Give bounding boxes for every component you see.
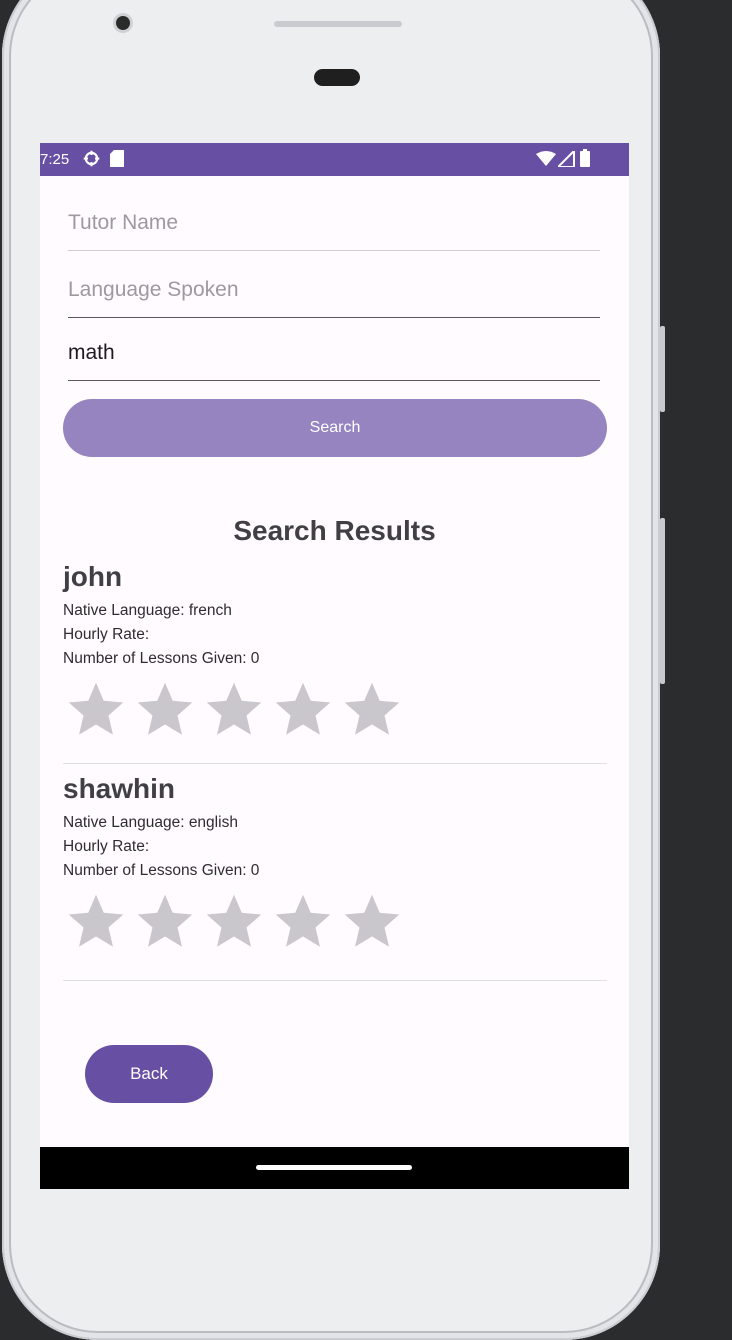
star-icon[interactable] — [134, 891, 196, 951]
front-camera — [116, 16, 130, 30]
battery-icon — [580, 149, 590, 172]
result-item[interactable]: john Native Language: french Hourly Rate… — [63, 561, 607, 741]
volume-button[interactable] — [660, 518, 665, 684]
native-language: Native Language: french — [63, 602, 232, 619]
language-spoken-input[interactable] — [68, 270, 600, 318]
star-icon[interactable] — [65, 679, 127, 739]
lessons-count: Number of Lessons Given: 0 — [63, 862, 260, 879]
tutor-name: shawhin — [63, 773, 176, 804]
hourly-rate: Hourly Rate: — [63, 626, 150, 643]
star-icon[interactable] — [134, 679, 196, 739]
star-icon[interactable] — [341, 891, 403, 951]
star-icon[interactable] — [203, 891, 265, 951]
star-icon[interactable] — [341, 679, 403, 739]
proximity-sensor — [314, 69, 360, 86]
navigation-bar — [40, 1147, 629, 1189]
rating-stars[interactable] — [63, 883, 607, 953]
lessons-count: Number of Lessons Given: 0 — [63, 650, 260, 667]
divider — [63, 763, 607, 764]
tutor-name: john — [63, 561, 123, 592]
star-icon[interactable] — [272, 679, 334, 739]
signal-icon — [555, 148, 575, 172]
gear-icon — [83, 150, 100, 172]
tutor-name-input[interactable] — [68, 203, 600, 251]
search-button[interactable]: Search — [63, 399, 607, 457]
sd-card-icon — [110, 150, 124, 172]
earpiece-speaker — [274, 21, 402, 27]
star-icon[interactable] — [65, 891, 127, 951]
home-gesture-handle[interactable] — [256, 1165, 412, 1170]
hourly-rate: Hourly Rate: — [63, 838, 150, 855]
divider — [63, 980, 607, 981]
native-language: Native Language: english — [63, 814, 238, 831]
app-screen: 7:25 Search Search Results john Native L… — [40, 143, 629, 1189]
rating-stars[interactable] — [63, 671, 607, 741]
back-button[interactable]: Back — [85, 1045, 213, 1103]
star-icon[interactable] — [272, 891, 334, 951]
wifi-icon — [536, 151, 556, 171]
star-icon[interactable] — [203, 679, 265, 739]
subject-input[interactable] — [68, 333, 600, 381]
status-bar: 7:25 — [40, 143, 629, 176]
results-title: Search Results — [233, 515, 436, 546]
result-item[interactable]: shawhin Native Language: english Hourly … — [63, 773, 607, 953]
power-button[interactable] — [660, 326, 665, 412]
status-time: 7:25 — [40, 151, 70, 168]
